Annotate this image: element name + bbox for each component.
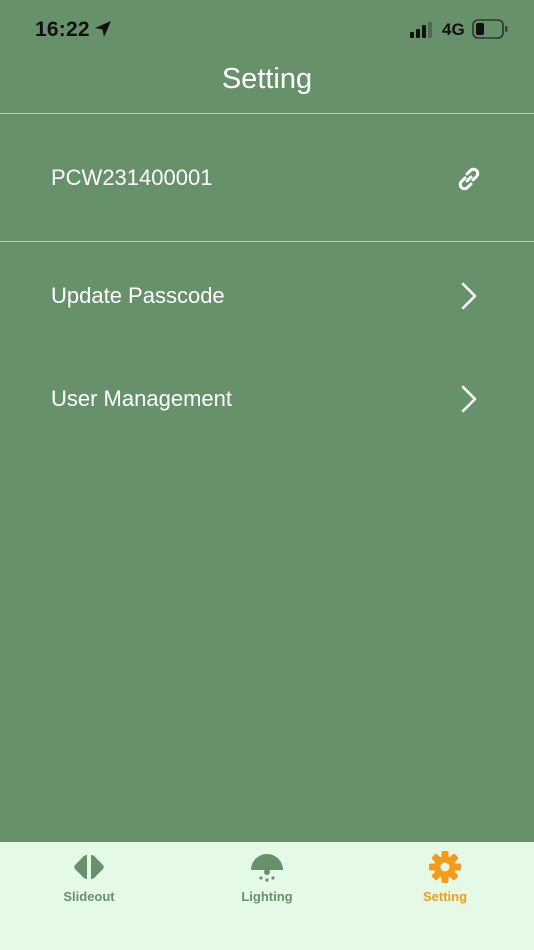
tab-lighting[interactable]: Lighting	[178, 842, 356, 912]
tab-slideout-label: Slideout	[63, 889, 115, 904]
chevron-right-icon	[461, 385, 477, 413]
device-row[interactable]: PCW231400001	[0, 115, 534, 242]
tab-slideout[interactable]: Slideout	[0, 842, 178, 912]
chevron-right-icon	[461, 282, 477, 310]
tab-setting-label: Setting	[422, 889, 468, 904]
tab-lighting-label: Lighting	[241, 889, 293, 904]
update-passcode-label: Update Passcode	[51, 283, 225, 308]
device-id: PCW231400001	[51, 165, 213, 190]
header: Setting	[0, 58, 534, 114]
page-title: Setting	[221, 63, 313, 95]
location-arrow-icon	[95, 21, 111, 37]
tab-setting[interactable]: Setting	[356, 842, 534, 912]
user-management-row[interactable]: User Management	[0, 358, 534, 438]
update-passcode-row[interactable]: Update Passcode	[0, 255, 534, 335]
status-time: 16:22	[35, 18, 90, 41]
tab-bar: Slideout Lighting Setting	[0, 842, 534, 950]
lamp-icon	[251, 854, 283, 882]
cellular-signal-icon	[410, 22, 432, 38]
user-management-label: User Management	[51, 386, 232, 411]
link-icon[interactable]	[455, 165, 483, 193]
slideout-icon	[74, 855, 104, 879]
gear-icon	[429, 851, 461, 883]
network-type: 4G	[442, 20, 465, 39]
status-bar: 16:22 4G	[0, 0, 534, 58]
battery-icon	[472, 19, 508, 39]
